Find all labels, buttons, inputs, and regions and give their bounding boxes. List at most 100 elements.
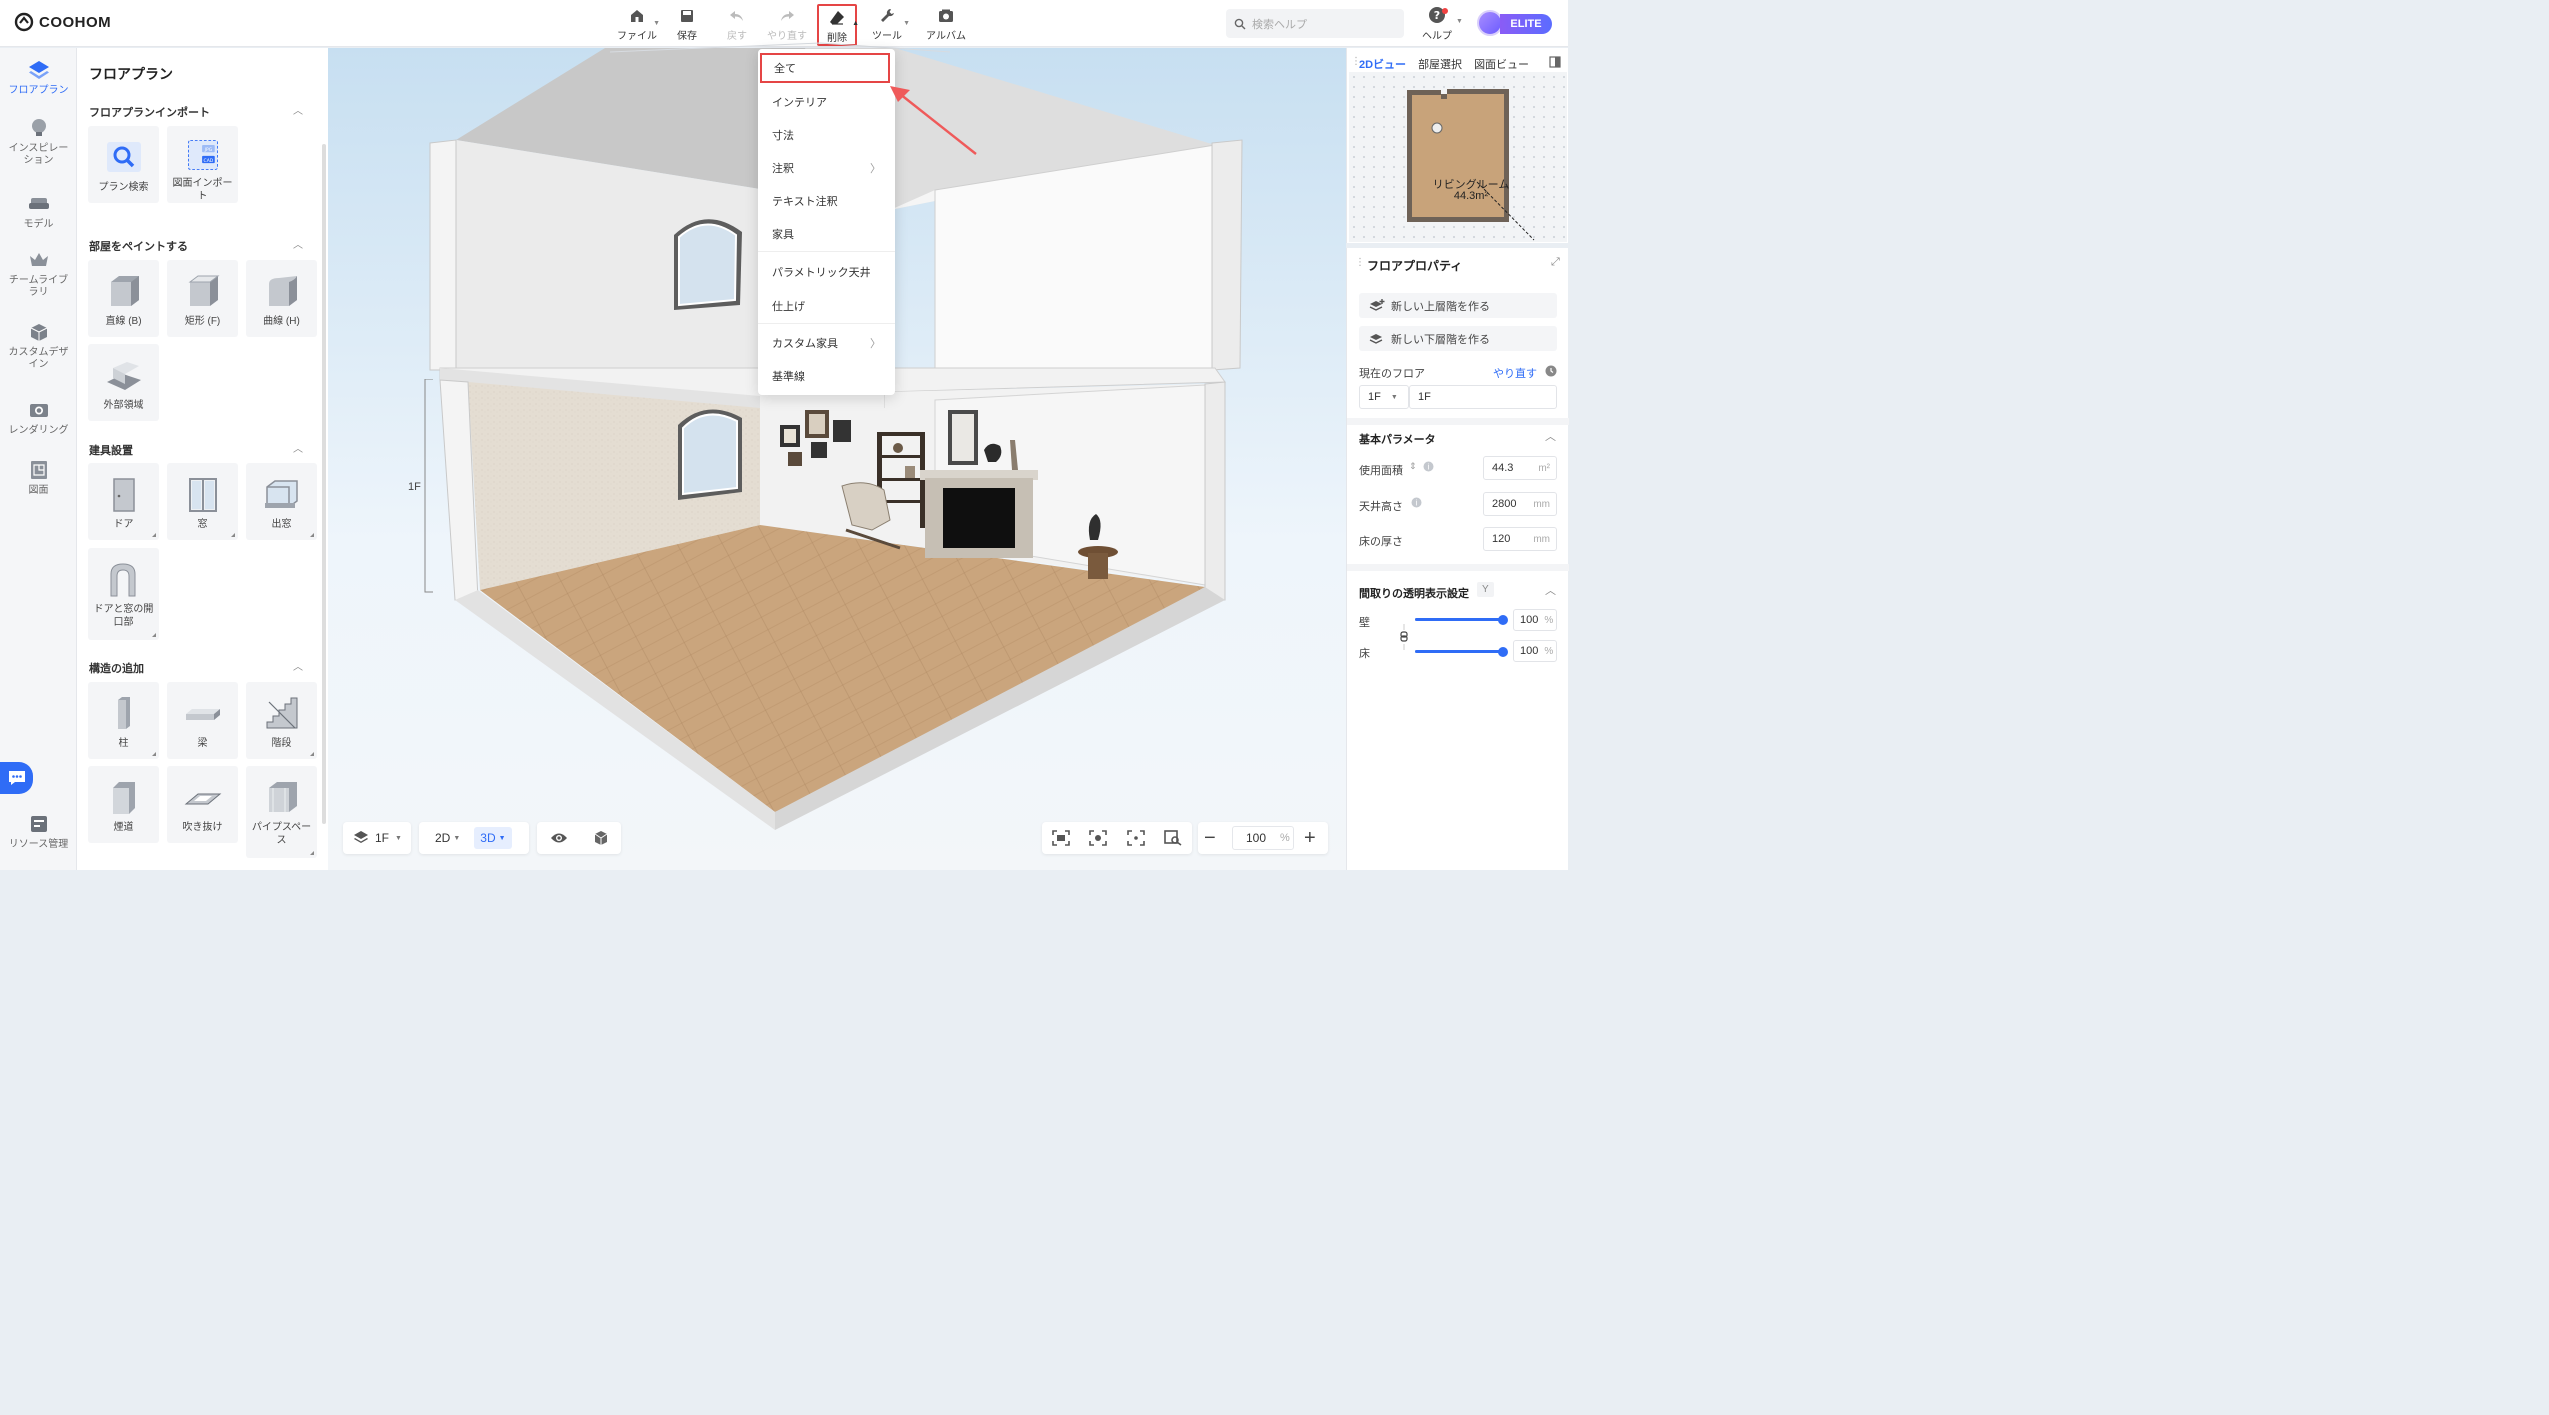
floor-selector[interactable]: 1F ▼ xyxy=(343,822,411,854)
tab-room-select[interactable]: 部屋選択 xyxy=(1418,56,1462,72)
collapse-chevron-icon[interactable]: ︿ xyxy=(293,102,303,117)
rail-item-team-library[interactable]: チームライブラリ xyxy=(0,248,77,299)
rail-item-rendering[interactable]: レンダリング xyxy=(0,398,77,437)
menu-divider xyxy=(758,323,895,324)
menu-item-interior[interactable]: インテリア xyxy=(758,87,895,117)
usable-area-input[interactable]: 44.3 m² xyxy=(1483,456,1557,480)
section-title-structure: 構造の追加 xyxy=(89,663,144,675)
tile-straight-wall[interactable]: 直線 (B) xyxy=(88,260,159,337)
tile-void[interactable]: 吹き抜け xyxy=(167,766,238,843)
wrench-icon xyxy=(881,9,894,22)
redo-floor-link[interactable]: やり直す xyxy=(1493,365,1537,381)
eye-icon[interactable] xyxy=(550,831,568,845)
floor-thickness-unit: mm xyxy=(1533,533,1550,545)
collapse-chevron-icon[interactable]: ︿ xyxy=(293,658,303,673)
menu-item-annotations[interactable]: 注釈 〉 xyxy=(758,153,895,183)
drag-handle-icon[interactable]: ⋮ xyxy=(1355,257,1365,268)
tile-bay-window[interactable]: 出窓 xyxy=(246,463,317,540)
tab-2d-view[interactable]: 2Dビュー xyxy=(1359,56,1406,72)
help-button[interactable]: ? ヘルプ xyxy=(1420,6,1454,42)
tile-door[interactable]: ドア xyxy=(88,463,159,540)
info-icon[interactable]: i xyxy=(1411,497,1422,508)
collapse-panel-icon[interactable] xyxy=(1549,56,1561,68)
view-2d-button[interactable]: 2D ▼ xyxy=(435,831,460,845)
cube-view-icon[interactable] xyxy=(593,830,609,846)
minimap-canvas[interactable]: リビングルーム 44.3m² xyxy=(1349,72,1567,242)
menu-item-dimensions[interactable]: 寸法 xyxy=(758,120,895,150)
floor-name-input[interactable]: 1F xyxy=(1409,385,1557,409)
tile-column[interactable]: 柱 xyxy=(88,682,159,759)
brand-logo[interactable]: COOHOM xyxy=(14,12,111,32)
menu-item-reference-lines[interactable]: 基準線 xyxy=(758,361,895,391)
focus-icon[interactable] xyxy=(1126,830,1145,846)
crown-icon xyxy=(29,253,48,266)
link-icon[interactable] xyxy=(1399,624,1409,650)
add-layer-below-icon xyxy=(1369,333,1383,344)
fit-view-icon[interactable] xyxy=(1051,830,1070,846)
menu-item-custom-furniture[interactable]: カスタム家具 〉 xyxy=(758,328,895,358)
tile-door-window-opening[interactable]: ドアと窓の開口部 xyxy=(88,548,159,640)
expand-icon[interactable]: ⤢ xyxy=(1551,256,1560,269)
panel-scrollbar[interactable] xyxy=(322,144,326,824)
section-title-import: フロアプランインポート xyxy=(89,107,210,119)
ceiling-height-input[interactable]: 2800 mm xyxy=(1483,492,1557,516)
view-mode-switch: 2D ▼ 3D ▼ xyxy=(419,822,529,854)
rail-item-drawings[interactable]: 図面 xyxy=(0,458,77,497)
menu-item-finishes[interactable]: 仕上げ xyxy=(758,291,895,321)
tab-drawing-view[interactable]: 図面ビュー xyxy=(1474,56,1529,72)
tile-plan-search[interactable]: プラン検索 xyxy=(88,126,159,203)
info-icon[interactable]: i xyxy=(1423,461,1434,472)
menu-item-furniture[interactable]: 家具 xyxy=(758,219,895,249)
wall-slider-knob[interactable] xyxy=(1498,614,1508,625)
rail-item-inspiration[interactable]: インスピレーション xyxy=(0,116,77,167)
home-icon xyxy=(631,10,643,22)
rail-item-floorplan[interactable]: フロアプラン xyxy=(0,58,77,97)
new-lower-floor-button[interactable]: 新しい下層階を作る xyxy=(1359,326,1557,351)
collapse-chevron-icon[interactable]: ︿ xyxy=(1545,428,1556,444)
collapse-chevron-icon[interactable]: ︿ xyxy=(293,236,303,251)
open-box-icon xyxy=(188,275,219,306)
tile-curved-wall[interactable]: 曲線 (H) xyxy=(246,260,317,337)
zoom-out-button[interactable]: − xyxy=(1204,828,1216,848)
chat-support-button[interactable] xyxy=(0,762,33,794)
zoom-region-icon[interactable] xyxy=(1164,830,1182,846)
new-upper-floor-button[interactable]: 新しい上層階を作る xyxy=(1359,293,1557,318)
floor-transparency-input[interactable]: 100 % xyxy=(1513,640,1557,662)
tile-drawing-import[interactable]: JPG CAD 図面インポート xyxy=(167,126,238,203)
tile-rectangle-room[interactable]: 矩形 (F) xyxy=(167,260,238,337)
beam-icon xyxy=(185,709,220,720)
rail-item-model[interactable]: モデル xyxy=(0,192,77,231)
chevron-down-icon[interactable]: ▼ xyxy=(1456,18,1463,25)
zoom-in-button[interactable]: + xyxy=(1304,828,1316,848)
menu-item-parametric-ceiling[interactable]: パラメトリック天井 xyxy=(758,257,895,287)
rail-item-resource-manager[interactable]: リソース管理 xyxy=(0,812,77,851)
elite-badge[interactable]: ELITE xyxy=(1500,14,1552,34)
sort-icon[interactable]: ⇕ xyxy=(1409,461,1417,472)
camera-settings-icon[interactable] xyxy=(1089,830,1108,846)
tile-stairs[interactable]: 階段 xyxy=(246,682,317,759)
chevron-right-icon: 〉 xyxy=(870,163,881,175)
menu-item-all[interactable]: 全て xyxy=(760,53,890,83)
rail-label: フロアプラン xyxy=(8,85,69,96)
wall-transparency-input[interactable]: 100 % xyxy=(1513,609,1557,631)
tile-exterior-area[interactable]: 外部領域 xyxy=(88,344,159,421)
floor-code-select[interactable]: 1F ▼ xyxy=(1359,385,1409,409)
menu-item-text-annotations[interactable]: テキスト注釈 xyxy=(758,186,895,216)
tile-beam[interactable]: 梁 xyxy=(167,682,238,759)
help-label: ヘルプ xyxy=(1422,31,1452,42)
floor-slider-knob[interactable] xyxy=(1498,646,1508,657)
collapse-chevron-icon[interactable]: ︿ xyxy=(1545,582,1556,598)
floor-thickness-input[interactable]: 120 mm xyxy=(1483,527,1557,551)
collapse-chevron-icon[interactable]: ︿ xyxy=(293,440,303,455)
pipe-space-icon xyxy=(268,782,297,812)
tile-window[interactable]: 窓 xyxy=(167,463,238,540)
rail-item-custom-design[interactable]: カスタムデザイン xyxy=(0,320,77,371)
section-divider xyxy=(1347,564,1569,571)
help-search-input[interactable]: 検索ヘルプ xyxy=(1226,9,1404,38)
menu-item-label: 家具 xyxy=(772,229,794,241)
view-3d-button[interactable]: 3D ▼ xyxy=(474,827,512,849)
history-icon[interactable] xyxy=(1545,365,1557,377)
tile-flue[interactable]: 煙道 xyxy=(88,766,159,843)
tile-pipe-space[interactable]: パイプスペース xyxy=(246,766,317,858)
mirror-glass xyxy=(952,414,974,461)
